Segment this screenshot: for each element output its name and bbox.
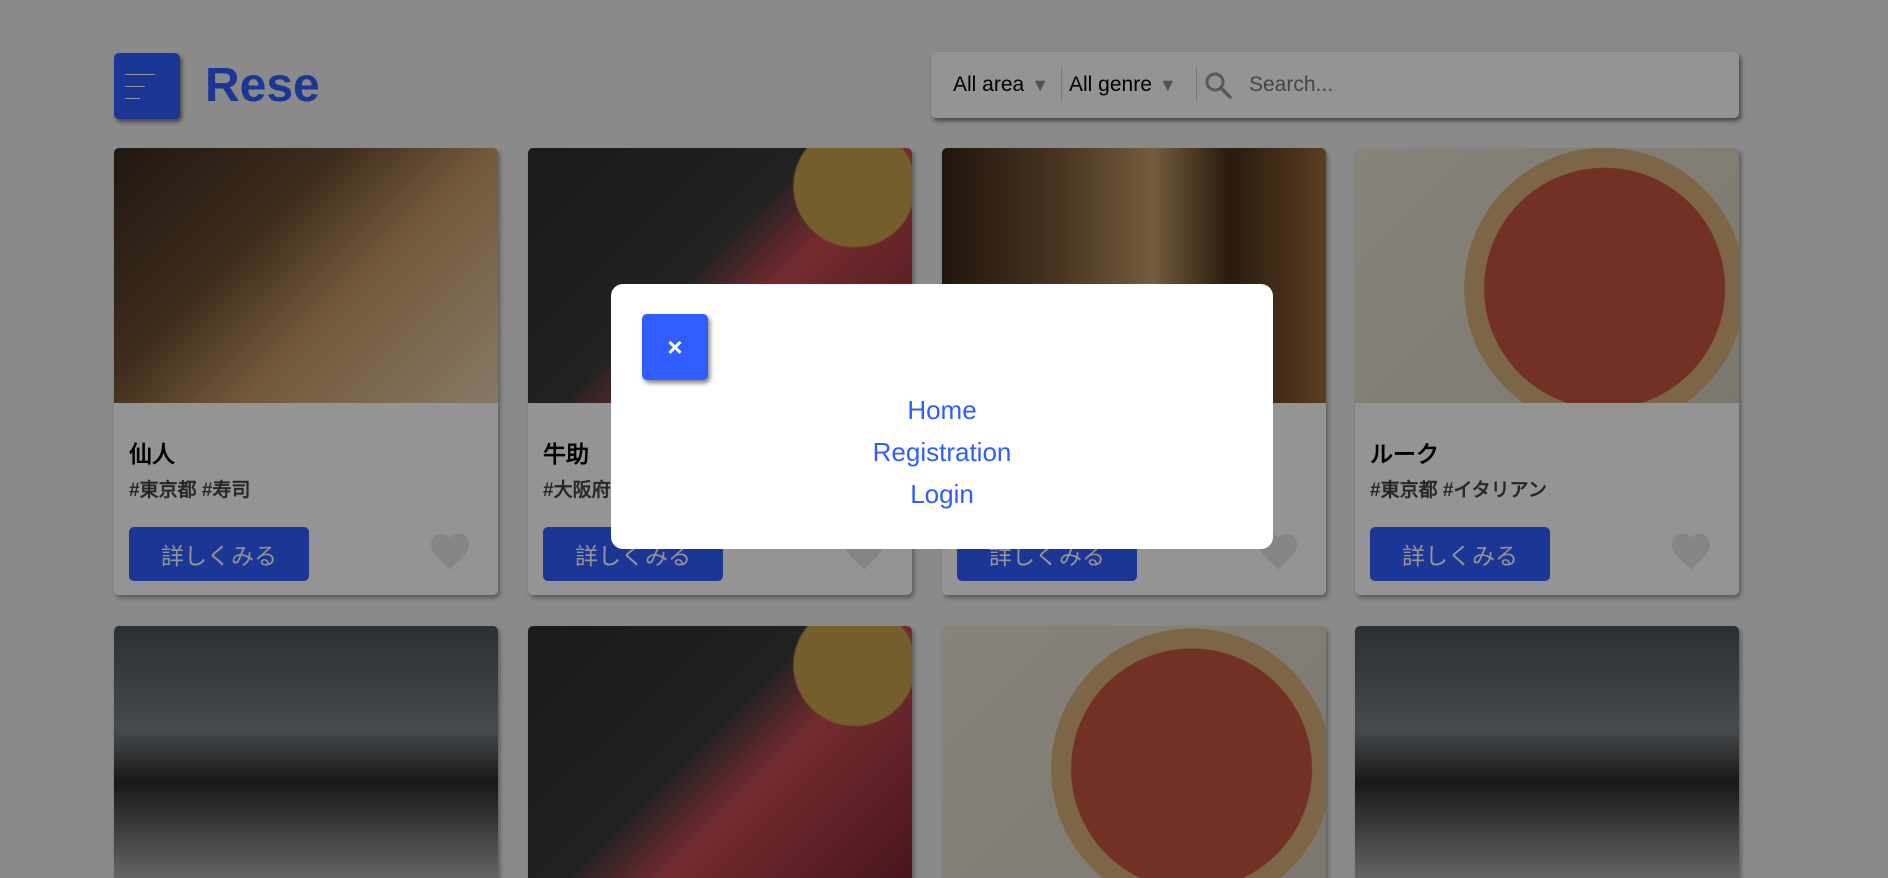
nav-link-registration[interactable]: Registration: [873, 431, 1012, 473]
nav-link-login[interactable]: Login: [910, 473, 974, 515]
modal-nav: Home Registration Login: [611, 389, 1273, 515]
nav-link-home[interactable]: Home: [907, 389, 976, 431]
close-icon: ×: [667, 331, 683, 362]
close-button[interactable]: ×: [642, 314, 708, 380]
menu-modal: × Home Registration Login: [611, 284, 1273, 549]
